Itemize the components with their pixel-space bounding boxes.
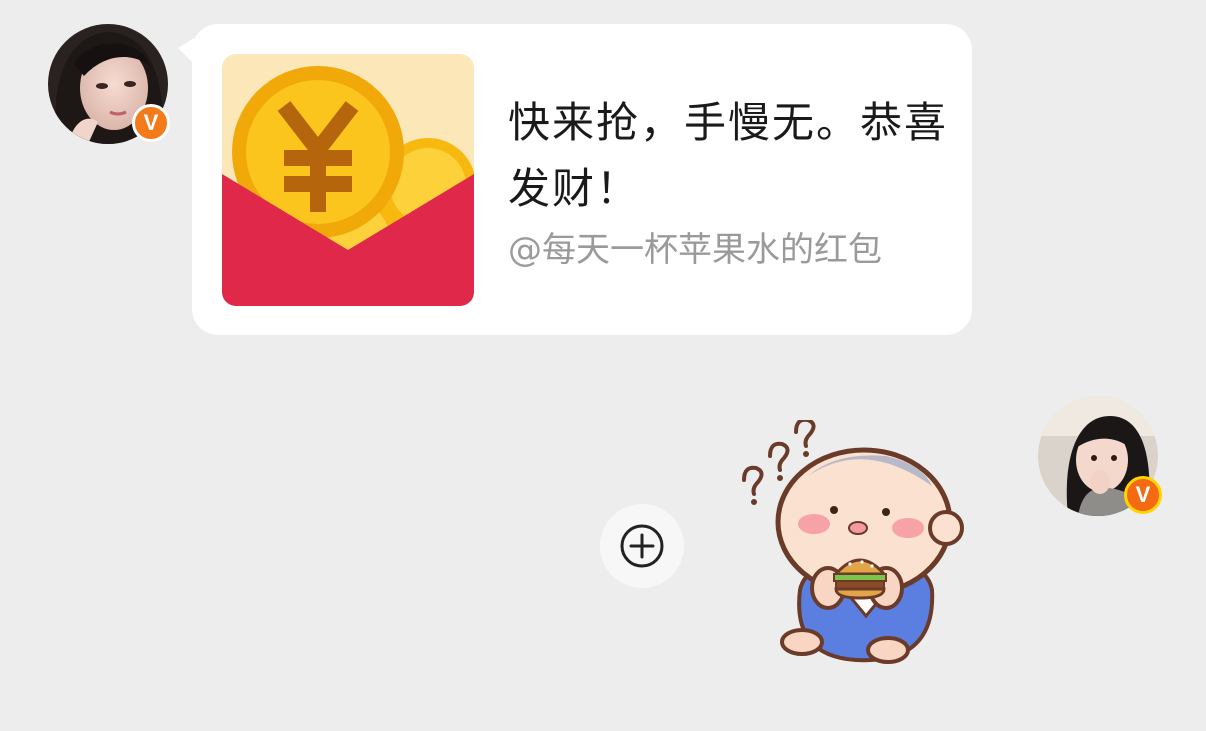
add-button[interactable] bbox=[600, 504, 684, 588]
verified-badge: V bbox=[1124, 476, 1162, 514]
confused-baby-sticker[interactable] bbox=[736, 420, 968, 666]
red-packet-title: 快来抢，手慢无。恭喜发财！ bbox=[508, 98, 949, 213]
badge-label: V bbox=[1135, 482, 1151, 507]
plus-circle-icon bbox=[620, 524, 664, 568]
badge-label: V bbox=[143, 110, 159, 135]
self-avatar[interactable]: V bbox=[1038, 396, 1162, 516]
verified-badge: V bbox=[132, 104, 170, 142]
red-packet-message[interactable]: 快来抢，手慢无。恭喜发财！ @每天一杯苹果水的红包 bbox=[178, 24, 972, 335]
other-user-avatar[interactable]: V bbox=[48, 24, 170, 144]
red-packet-sender: @每天一杯苹果水的红包 bbox=[508, 230, 882, 270]
chat-screen: V 快来抢，手慢无。恭喜发财！ @每天一杯苹果水的红包 V bbox=[0, 0, 1206, 731]
red-envelope-icon bbox=[222, 54, 474, 306]
